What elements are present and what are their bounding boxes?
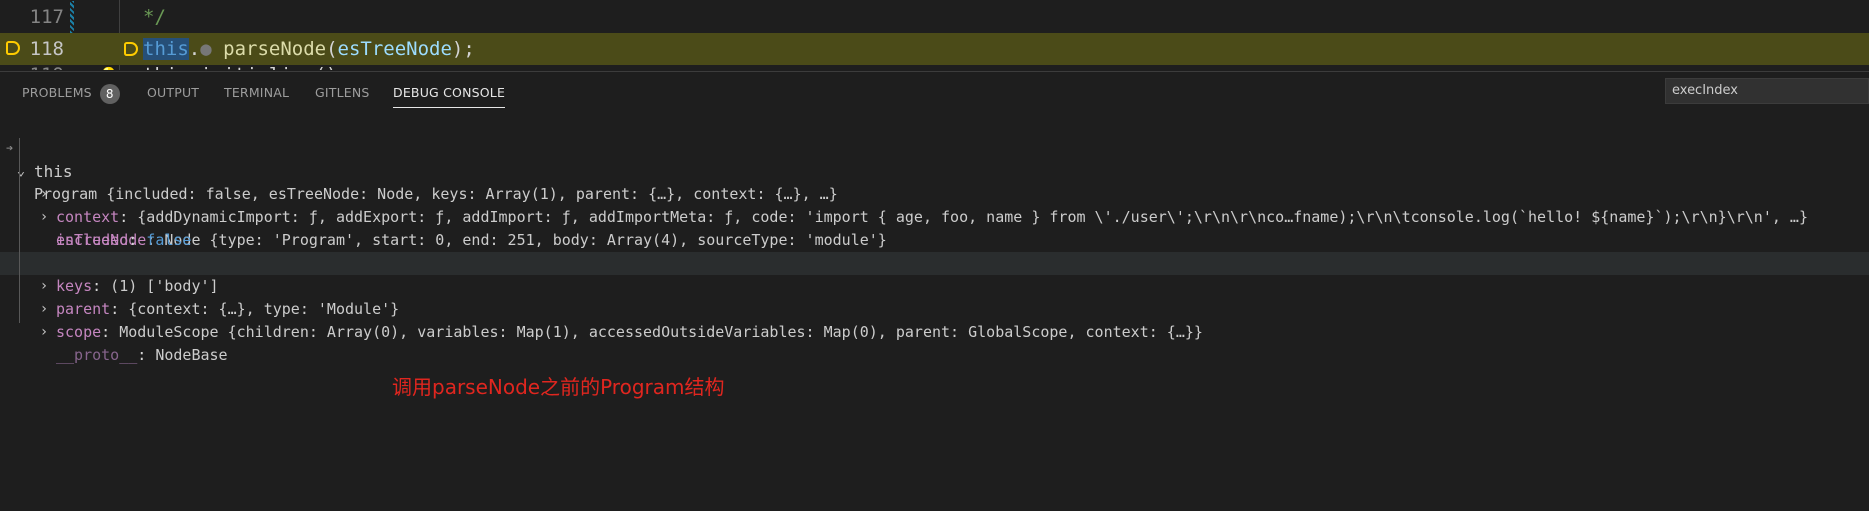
tab-gitlens[interactable]: GITLENS bbox=[315, 72, 370, 114]
inline-breakpoint-dot-icon[interactable]: ● bbox=[200, 38, 211, 60]
colon: : bbox=[101, 323, 111, 341]
close-paren: ); bbox=[451, 38, 475, 60]
line-number: 117 bbox=[29, 6, 64, 28]
console-echo-row: ➔ this bbox=[0, 114, 1869, 181]
property-value: ModuleScope {children: Array(0), variabl… bbox=[110, 323, 1203, 341]
dot-operator: . bbox=[188, 38, 201, 60]
inline-breakpoint-icon[interactable] bbox=[124, 42, 138, 56]
keyword-this: this bbox=[143, 38, 189, 60]
tab-problems[interactable]: PROBLEMS 8 bbox=[22, 72, 120, 114]
property-key: scope bbox=[56, 323, 102, 341]
bottom-panel: PROBLEMS 8 OUTPUT TERMINAL GITLENS DEBUG … bbox=[0, 71, 1869, 511]
code-line-119[interactable]: 119 this.initialise(); bbox=[0, 64, 1869, 70]
code-editor[interactable]: 117 */ 118 💡 this.● parseNode(esTreeNode… bbox=[0, 0, 1869, 70]
tab-debug-console[interactable]: DEBUG CONSOLE bbox=[393, 72, 506, 114]
open-paren: ( bbox=[326, 38, 338, 60]
tab-label: PROBLEMS bbox=[22, 85, 92, 100]
property-key: __proto__ bbox=[56, 346, 138, 364]
colon: : bbox=[137, 346, 147, 364]
property-value: NodeBase bbox=[146, 346, 228, 364]
function-name: parseNode bbox=[223, 38, 327, 60]
code-text: this.initialise(); bbox=[143, 59, 349, 70]
tab-terminal[interactable]: TERMINAL bbox=[224, 72, 289, 114]
code-line-117[interactable]: 117 */ bbox=[0, 1, 1869, 33]
argument-name: esTreeNode bbox=[337, 38, 452, 60]
code-text: */ bbox=[143, 6, 166, 28]
tree-child-row[interactable]: › esTreeNode: Node {type: 'Program', sta… bbox=[0, 183, 1869, 249]
tree-child-row-hovered[interactable]: › parent: {context: {…}, type: 'Module'} bbox=[0, 252, 1869, 318]
chevron-right-icon[interactable]: › bbox=[37, 321, 51, 344]
tree-child-row[interactable]: › scope: ModuleScope {children: Array(0)… bbox=[0, 275, 1869, 341]
tree-child-row[interactable]: › context: {addDynamicImport: ƒ, addExpo… bbox=[0, 160, 1869, 226]
console-filter-input[interactable]: execIndex bbox=[1665, 78, 1869, 104]
tree-child-row[interactable]: › keys: (1) ['body'] bbox=[0, 229, 1869, 295]
annotation-text: 调用parseNode之前的Program结构 bbox=[392, 375, 725, 399]
tree-root-row[interactable]: ⌄ Program {included: false, esTreeNode: … bbox=[0, 137, 1869, 203]
tree-indent-guide bbox=[19, 138, 20, 323]
problems-count-badge: 8 bbox=[99, 83, 120, 104]
modified-line-indicator bbox=[70, 1, 74, 33]
tree-child-row: included: false bbox=[0, 206, 1869, 249]
tree-child-row[interactable]: › __proto__: NodeBase bbox=[0, 298, 1869, 364]
line-number: 119 bbox=[14, 59, 64, 70]
tab-output[interactable]: OUTPUT bbox=[147, 72, 199, 114]
